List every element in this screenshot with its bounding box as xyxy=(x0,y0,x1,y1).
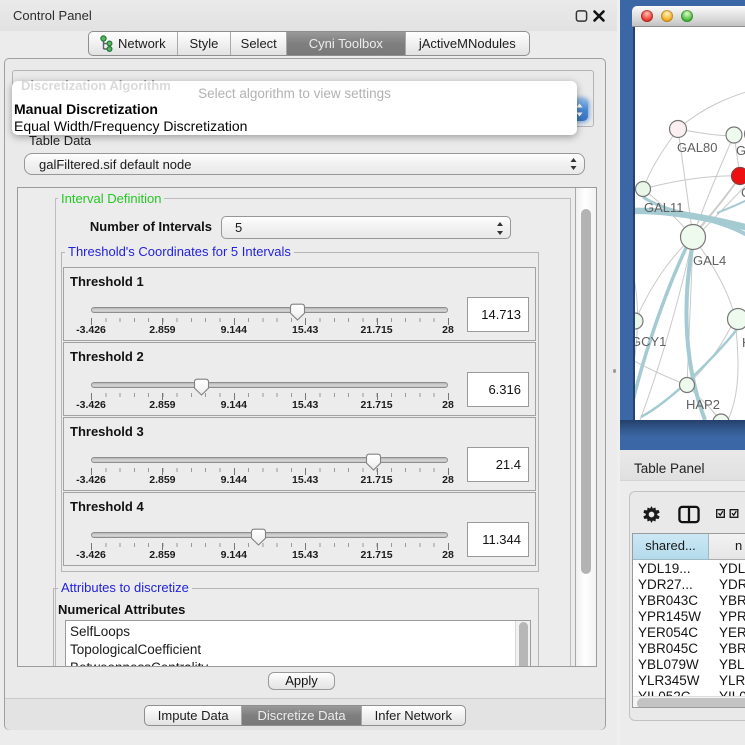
svg-text:GAL80: GAL80 xyxy=(677,140,717,155)
svg-text:GAL11: GAL11 xyxy=(644,200,684,215)
svg-text:GA: GA xyxy=(736,143,745,158)
svg-text:GCY1: GCY1 xyxy=(635,334,666,349)
svg-text:HAP2: HAP2 xyxy=(686,397,720,412)
svg-text:C: C xyxy=(741,185,745,200)
svg-text:GAL4: GAL4 xyxy=(693,253,726,268)
